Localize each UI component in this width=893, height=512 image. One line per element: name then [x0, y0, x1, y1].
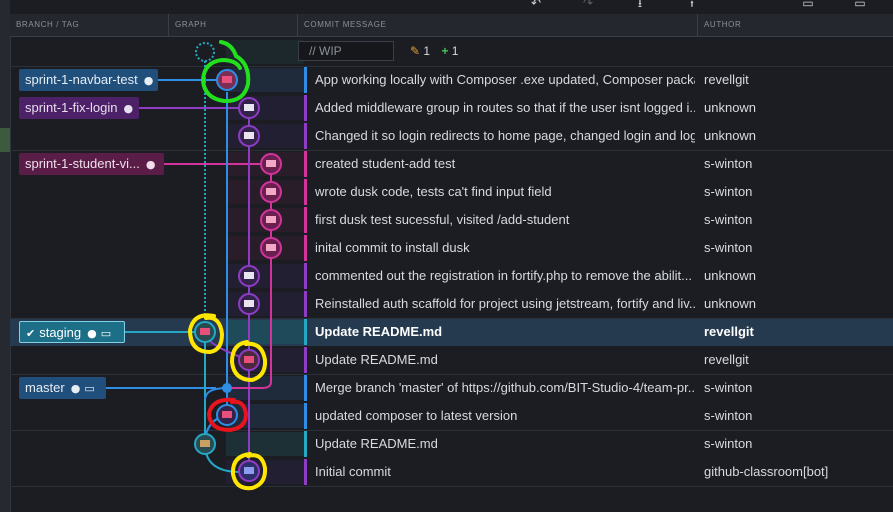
- commit-node-avatar[interactable]: [216, 69, 238, 91]
- commit-node-avatar[interactable]: [260, 237, 282, 259]
- commit-node-avatar[interactable]: [238, 349, 260, 371]
- commit-node-avatar[interactable]: [238, 265, 260, 287]
- merge-node[interactable]: [222, 383, 232, 393]
- commit-node-avatar[interactable]: [216, 404, 238, 426]
- commit-node-avatar[interactable]: [260, 209, 282, 231]
- commit-node-avatar[interactable]: [238, 125, 260, 147]
- commit-node-avatar[interactable]: [238, 97, 260, 119]
- commit-node-avatar[interactable]: [260, 181, 282, 203]
- commit-node-avatar[interactable]: [194, 321, 216, 343]
- commit-node-avatar[interactable]: [238, 293, 260, 315]
- commit-node-avatar[interactable]: [238, 460, 260, 482]
- commit-node-avatar[interactable]: [260, 153, 282, 175]
- wip-node: [195, 42, 215, 62]
- commit-graph: [106, 40, 282, 491]
- commit-node-avatar[interactable]: [194, 433, 216, 455]
